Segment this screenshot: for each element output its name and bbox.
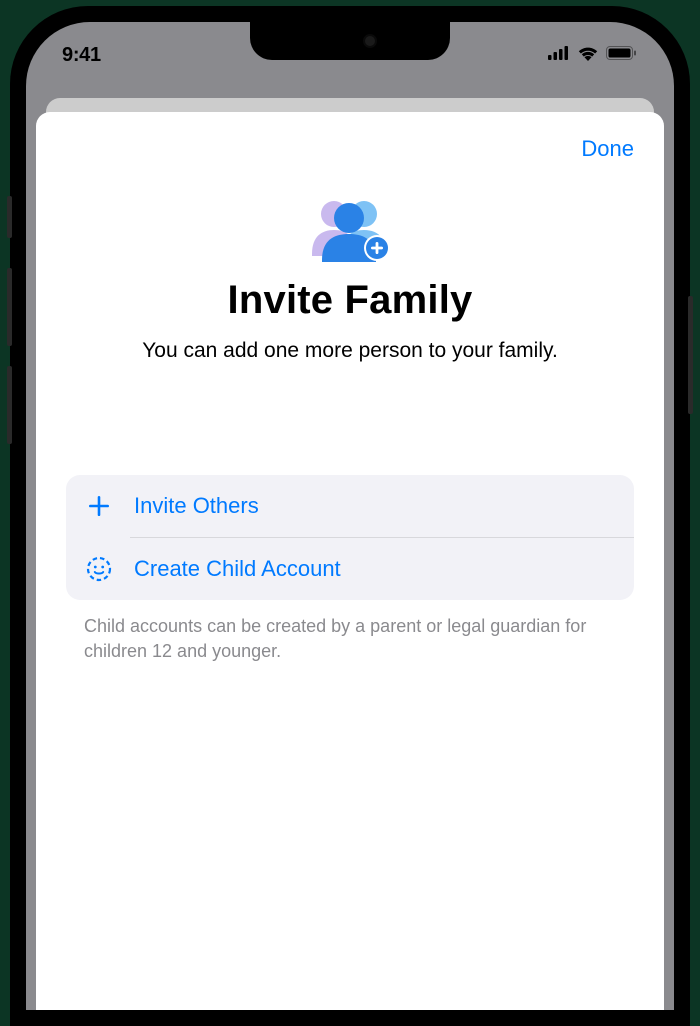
volume-up-button bbox=[7, 268, 12, 346]
page-subtitle: You can add one more person to your fami… bbox=[66, 337, 634, 365]
status-icons bbox=[548, 45, 638, 66]
volume-down-button bbox=[7, 366, 12, 444]
page-title: Invite Family bbox=[66, 278, 634, 323]
option-group: Invite Others Create Child Acco bbox=[66, 475, 634, 600]
family-sharing-icon bbox=[66, 192, 634, 268]
phone-frame: 9:41 bbox=[10, 6, 690, 1026]
silent-switch bbox=[7, 196, 12, 238]
sheet-header: Done bbox=[66, 132, 634, 192]
wifi-icon bbox=[577, 45, 599, 66]
battery-icon bbox=[606, 46, 638, 65]
create-child-account-button[interactable]: Create Child Account bbox=[66, 538, 634, 600]
done-button[interactable]: Done bbox=[581, 136, 634, 162]
modal-sheet: Done bbox=[36, 112, 664, 1010]
create-child-label: Create Child Account bbox=[134, 556, 341, 582]
cellular-icon bbox=[548, 46, 570, 65]
footer-note: Child accounts can be created by a paren… bbox=[66, 600, 634, 663]
phone-inner: 9:41 bbox=[26, 22, 674, 1010]
notch bbox=[250, 22, 450, 60]
invite-others-label: Invite Others bbox=[134, 493, 259, 519]
plus-icon bbox=[86, 493, 112, 519]
screen: 9:41 bbox=[26, 22, 674, 1010]
invite-others-button[interactable]: Invite Others bbox=[66, 475, 634, 537]
front-camera bbox=[363, 34, 377, 48]
power-button bbox=[688, 296, 693, 414]
child-face-icon bbox=[86, 556, 112, 582]
status-time: 9:41 bbox=[62, 44, 101, 67]
